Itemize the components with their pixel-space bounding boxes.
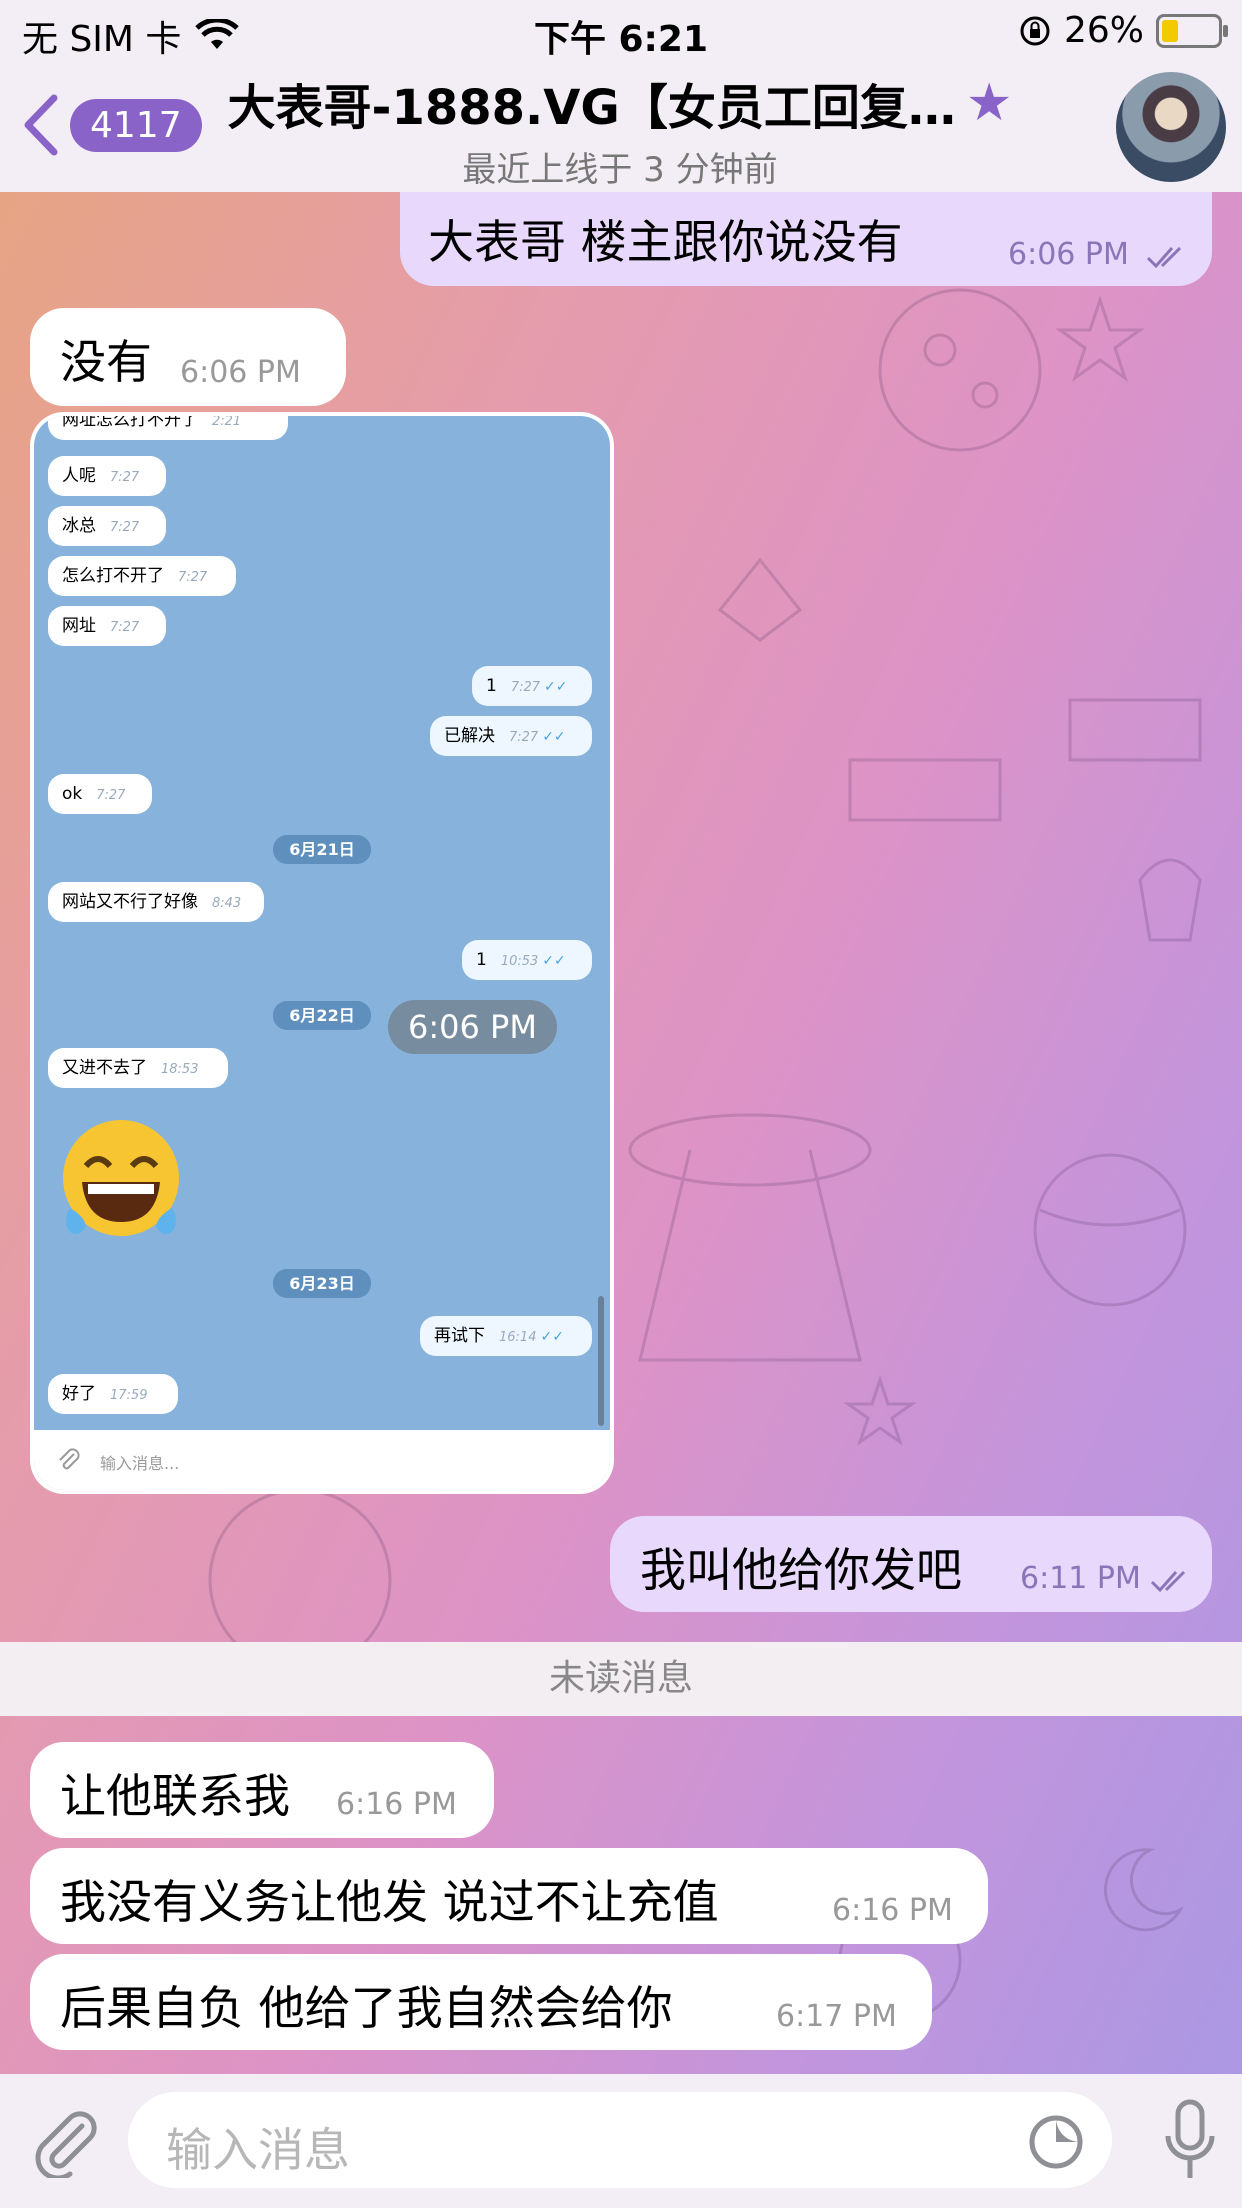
paperclip-icon xyxy=(59,1448,80,1470)
shot-message: 已解决 7:27 ✓✓ xyxy=(430,716,592,756)
message-time: 6:06 PM xyxy=(180,355,301,390)
message-outgoing[interactable]: 我叫他给你发吧 6:11 PM xyxy=(610,1516,1212,1612)
message-input[interactable]: 输入消息 xyxy=(128,2092,1112,2188)
orientation-lock-icon xyxy=(1020,16,1050,45)
read-ticks-icon xyxy=(1150,1570,1186,1593)
message-time: 6:06 PM xyxy=(1008,237,1129,272)
microphone-icon[interactable] xyxy=(1160,2098,1220,2184)
message-time: 6:17 PM xyxy=(776,1999,897,2034)
paperclip-icon[interactable] xyxy=(30,2108,100,2178)
battery-percent: 26% xyxy=(1063,10,1144,51)
chevron-left-icon xyxy=(24,94,58,156)
shot-message: 好了 17:59 xyxy=(48,1374,178,1414)
message-time: 6:11 PM xyxy=(1020,1561,1141,1596)
shot-date-separator: 6月23日 xyxy=(34,1269,610,1298)
status-right: 26% xyxy=(1018,10,1228,51)
shot-input-placeholder: 输入消息... xyxy=(100,1454,180,1473)
image-message-time: 6:06 PM xyxy=(388,1000,557,1054)
shot-message: ok 7:27 xyxy=(48,774,152,814)
message-time: 6:16 PM xyxy=(336,1787,457,1822)
shot-date-separator: 6月21日 xyxy=(34,835,610,864)
sticker-icon[interactable] xyxy=(1026,2112,1086,2172)
message-incoming[interactable]: 我没有义务让他发 说过不让充值 6:16 PM xyxy=(30,1848,988,1944)
message-input-placeholder: 输入消息 xyxy=(166,2123,350,2177)
message-time: 6:16 PM xyxy=(832,1893,953,1928)
message-incoming[interactable]: 让他联系我 6:16 PM xyxy=(30,1742,494,1838)
message-text: 后果自负 他给了我自然会给你 xyxy=(60,1981,673,2035)
status-bar: 无 SIM 卡 下午 6:21 26% xyxy=(0,0,1242,62)
avatar[interactable] xyxy=(1116,72,1226,182)
shot-input-bar: 输入消息... xyxy=(34,1430,610,1490)
shot-message: 1 7:27 ✓✓ xyxy=(472,666,592,706)
shot-message: 冰总 7:27 xyxy=(48,506,166,546)
back-button[interactable]: 4117 xyxy=(20,94,202,156)
message-incoming[interactable]: 后果自负 他给了我自然会给你 6:17 PM xyxy=(30,1954,932,2050)
message-text: 大表哥 楼主跟你说没有 xyxy=(428,215,903,269)
unread-count-badge: 4117 xyxy=(70,98,202,152)
read-ticks-icon xyxy=(1146,246,1182,269)
shot-message: 再试下 16:14 ✓✓ xyxy=(420,1316,592,1356)
laughing-emoji-icon xyxy=(63,1120,179,1236)
shot-message: 网址 7:27 xyxy=(48,606,166,646)
screenshot-content: 网址怎么打不开了 2:21 人呢 7:27 冰总 7:27 怎么打不开了 7:27 网址… xyxy=(34,416,610,1490)
battery-icon xyxy=(1156,13,1228,48)
chat-title-area[interactable]: 大表哥-1888.VG【女员工回复… ★ 最近上线于 3 分钟前 xyxy=(210,68,1030,191)
chat-header: 4117 大表哥-1888.VG【女员工回复… ★ 最近上线于 3 分钟前 xyxy=(0,62,1242,192)
message-text: 让他联系我 xyxy=(60,1769,290,1823)
message-text: 我叫他给你发吧 xyxy=(640,1543,962,1597)
message-text: 我没有义务让他发 说过不让充值 xyxy=(60,1875,719,1929)
image-message[interactable]: 网址怎么打不开了 2:21 人呢 7:27 冰总 7:27 怎么打不开了 7:27 网址… xyxy=(30,412,614,1494)
shot-message: 网站又不行了好像 8:43 xyxy=(48,882,264,922)
shot-message: 怎么打不开了 7:27 xyxy=(48,556,236,596)
message-outgoing[interactable]: 大表哥 楼主跟你说没有 6:06 PM xyxy=(400,192,1212,286)
shot-scrollbar xyxy=(598,1296,604,1426)
last-seen-status: 最近上线于 3 分钟前 xyxy=(462,150,778,190)
star-icon: ★ xyxy=(965,73,1013,133)
shot-message: 人呢 7:27 xyxy=(48,456,166,496)
chat-title: 大表哥-1888.VG【女员工回复… xyxy=(227,80,956,136)
shot-message: 网址怎么打不开了 2:21 xyxy=(48,416,288,440)
shot-message: 又进不去了 18:53 xyxy=(48,1048,228,1088)
unread-separator: 未读消息 xyxy=(0,1642,1242,1716)
message-incoming[interactable]: 没有 6:06 PM xyxy=(30,308,346,406)
shot-message: 1 10:53 ✓✓ xyxy=(462,940,592,980)
message-input-bar: 输入消息 xyxy=(0,2074,1242,2208)
message-text: 没有 xyxy=(60,335,152,389)
